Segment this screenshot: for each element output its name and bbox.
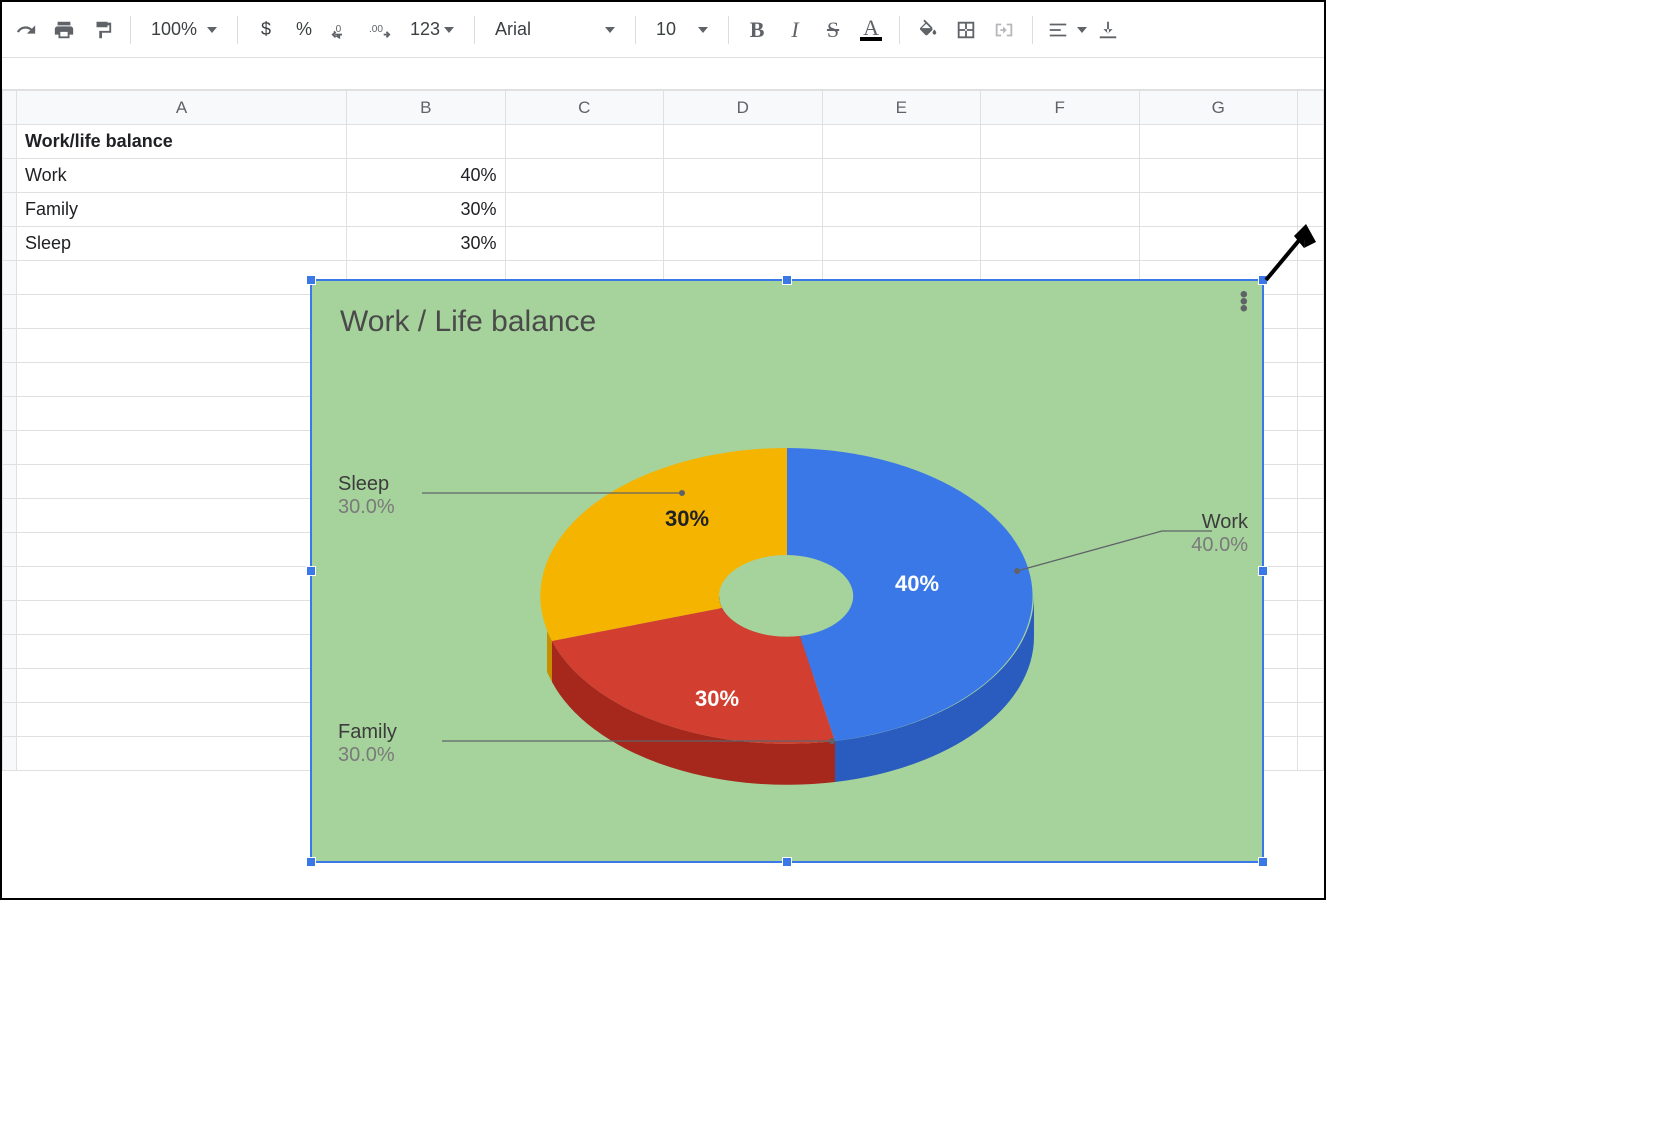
cell-B3[interactable]: 30%	[347, 193, 506, 227]
separator	[237, 16, 238, 44]
chevron-down-icon	[207, 27, 217, 33]
font-family-value: Arial	[495, 19, 531, 40]
col-header-G[interactable]: G	[1139, 91, 1298, 125]
separator	[474, 16, 475, 44]
decrease-decimal-button[interactable]: .0	[324, 12, 360, 48]
zoom-dropdown[interactable]: 100%	[141, 12, 227, 48]
cell-A2[interactable]: Work	[17, 159, 347, 193]
cell-B4[interactable]: 30%	[347, 227, 506, 261]
borders-button[interactable]	[948, 12, 984, 48]
toolbar: 100% $ % .0 .00 123 Arial 10 B I S A	[2, 2, 1324, 58]
font-size-dropdown[interactable]: 10	[646, 12, 718, 48]
cursor-arrow-icon	[1260, 220, 1320, 286]
vertical-align-dropdown[interactable]	[1093, 12, 1123, 48]
cell-A4[interactable]: Sleep	[17, 227, 347, 261]
resize-handle[interactable]	[306, 857, 316, 867]
separator	[899, 16, 900, 44]
chart-label-family: Family30.0%	[338, 721, 397, 767]
format-123-label: 123	[410, 19, 440, 40]
col-header-C[interactable]: C	[505, 91, 664, 125]
col-header-F[interactable]: F	[981, 91, 1140, 125]
cell-A3[interactable]: Family	[17, 193, 347, 227]
italic-button[interactable]: I	[777, 12, 813, 48]
slice-label-family: 30%	[695, 686, 739, 711]
chevron-down-icon	[444, 27, 454, 33]
currency-button[interactable]: $	[248, 12, 284, 48]
chevron-down-icon	[605, 27, 615, 33]
donut-chart: 40% 30% 30%	[312, 281, 1262, 861]
resize-handle[interactable]	[306, 566, 316, 576]
percent-button[interactable]: %	[286, 12, 322, 48]
col-header-A[interactable]: A	[17, 91, 347, 125]
fill-color-button[interactable]	[910, 12, 946, 48]
strikethrough-button[interactable]: S	[815, 12, 851, 48]
chart-object[interactable]: Work / Life balance •••	[312, 281, 1262, 861]
bold-button[interactable]: B	[739, 12, 775, 48]
resize-handle[interactable]	[782, 857, 792, 867]
increase-decimal-button[interactable]: .00	[362, 12, 398, 48]
cell-A1[interactable]: Work/life balance	[17, 125, 347, 159]
separator	[1032, 16, 1033, 44]
cell-B2[interactable]: 40%	[347, 159, 506, 193]
redo-button[interactable]	[8, 12, 44, 48]
resize-handle[interactable]	[782, 275, 792, 285]
formula-bar[interactable]	[2, 58, 1324, 90]
resize-handle[interactable]	[306, 275, 316, 285]
slice-label-sleep: 30%	[665, 506, 709, 531]
separator	[635, 16, 636, 44]
horizontal-align-dropdown[interactable]	[1043, 12, 1091, 48]
chart-label-sleep: Sleep30.0%	[338, 473, 395, 519]
col-header-D[interactable]: D	[664, 91, 823, 125]
font-family-dropdown[interactable]: Arial	[485, 12, 625, 48]
svg-text:.00: .00	[369, 23, 383, 34]
zoom-value: 100%	[151, 19, 197, 40]
column-header-row: A B C D E F G	[3, 91, 1324, 125]
font-size-value: 10	[656, 19, 676, 40]
select-all-corner[interactable]	[3, 91, 17, 125]
text-color-button[interactable]: A	[853, 12, 889, 48]
slice-label-work: 40%	[895, 571, 939, 596]
paint-format-button[interactable]	[84, 12, 120, 48]
chevron-down-icon	[1077, 27, 1087, 33]
resize-handle[interactable]	[1258, 857, 1268, 867]
col-header-B[interactable]: B	[347, 91, 506, 125]
chart-label-work: Work40.0%	[1191, 511, 1248, 557]
separator	[728, 16, 729, 44]
chevron-down-icon	[698, 27, 708, 33]
merge-cells-button[interactable]	[986, 12, 1022, 48]
separator	[130, 16, 131, 44]
print-button[interactable]	[46, 12, 82, 48]
resize-handle[interactable]	[1258, 566, 1268, 576]
number-format-dropdown[interactable]: 123	[400, 12, 464, 48]
col-header-E[interactable]: E	[822, 91, 981, 125]
